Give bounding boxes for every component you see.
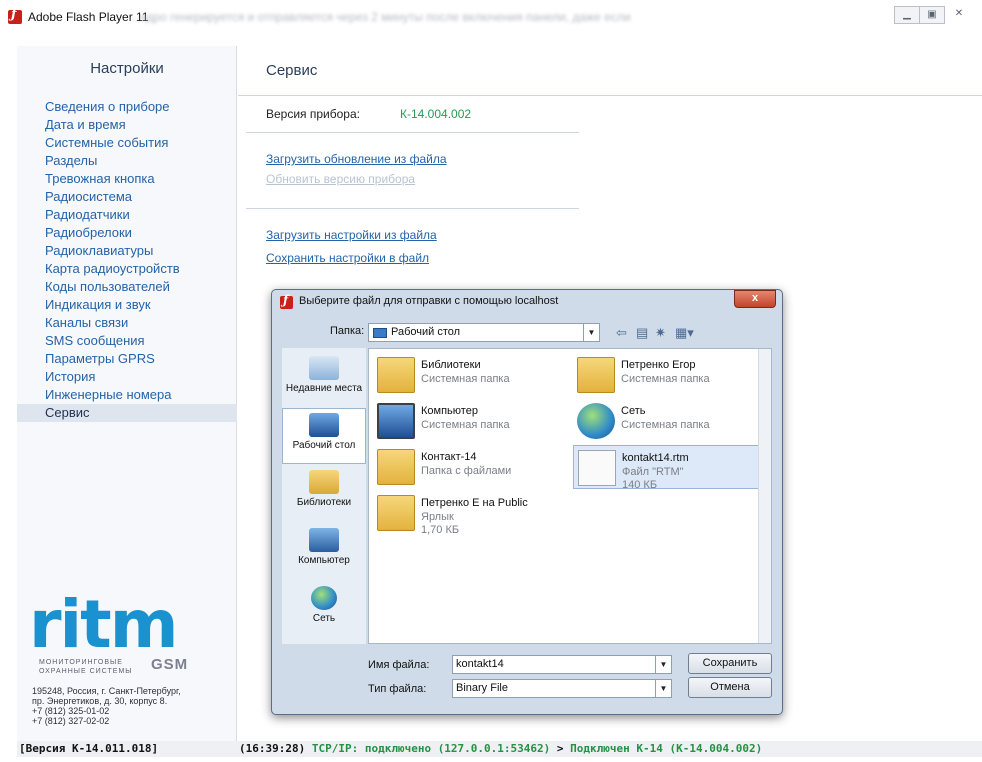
file-item-computer[interactable]: Компьютер Системная папка [373, 399, 568, 443]
sidebar-item-gprs[interactable]: Параметры GPRS [17, 350, 237, 368]
save-settings-link[interactable]: Сохранить настройки в файл [266, 251, 429, 265]
file-item-kontakt14-rtm[interactable]: kontakt14.rtm Файл "RTM" 140 КБ [573, 445, 768, 491]
filename-input[interactable]: kontakt14 ▼ [452, 655, 672, 674]
file-item-kontakt14-folder[interactable]: Контакт-14 Папка с файлами [373, 445, 568, 489]
chevron-down-icon[interactable]: ▼ [655, 656, 671, 673]
place-recent[interactable]: Недавние места [282, 352, 366, 408]
place-desktop[interactable]: Рабочий стол [282, 408, 366, 464]
status-time: (16:39:28) [239, 742, 306, 755]
sidebar-item-radio-sensors[interactable]: Радиодатчики [17, 206, 237, 224]
sidebar-item-radio-system[interactable]: Радиосистема [17, 188, 237, 206]
maximize-button[interactable]: ▣ [919, 6, 945, 24]
file-item-user-folder[interactable]: Петренко Егор Системная папка [573, 353, 768, 397]
sidebar-item-panic-button[interactable]: Тревожная кнопка [17, 170, 237, 188]
device-version-value: К-14.004.002 [400, 107, 472, 121]
sidebar-item-partitions[interactable]: Разделы [17, 152, 237, 170]
place-libraries[interactable]: Библиотеки [282, 466, 366, 522]
section-divider [246, 208, 579, 209]
filetype-select[interactable]: Binary File ▼ [452, 679, 672, 698]
folder-icon [377, 449, 415, 485]
cancel-button[interactable]: Отмена [688, 677, 772, 698]
places-bar: Недавние места Рабочий стол Библиотеки К… [282, 348, 366, 644]
title-bar: Adobe Flash Player 11 …ядро генерируется… [0, 0, 982, 34]
sidebar-item-user-codes[interactable]: Коды пользователей [17, 278, 237, 296]
page-title: Сервис [266, 62, 318, 79]
sidebar-item-indication-sound[interactable]: Индикация и звук [17, 296, 237, 314]
sidebar-item-date-time[interactable]: Дата и время [17, 116, 237, 134]
flash-player-icon [8, 7, 22, 24]
desktop-icon [309, 413, 339, 437]
logo-tagline: МОНИТОРИНГОВЫЕ ОХРАННЫЕ СИСТЕМЫ [39, 659, 133, 675]
folder-label: Папка: [330, 325, 365, 337]
back-arrow-icon[interactable]: ⇦ [616, 325, 627, 341]
sidebar-item-radio-keyfobs[interactable]: Радиобрелоки [17, 224, 237, 242]
sidebar-header: Настройки [90, 60, 164, 77]
chevron-down-icon[interactable]: ▼ [655, 680, 671, 697]
file-list-scrollbar[interactable] [758, 349, 771, 643]
chevron-down-icon[interactable]: ▼ [583, 324, 599, 341]
place-computer[interactable]: Компьютер [282, 524, 366, 580]
network-icon [311, 586, 337, 610]
app-version: [Версия К-14.011.018] [19, 742, 159, 755]
sidebar-item-device-info[interactable]: Сведения о приборе [17, 98, 237, 116]
file-item-shortcut[interactable]: Петренко Е на Public Ярлык 1,70 КБ [373, 491, 568, 543]
sidebar-item-engineer-numbers[interactable]: Инженерные номера [17, 386, 237, 404]
upload-update-link[interactable]: Загрузить обновление из файла [266, 152, 447, 166]
flash-player-icon [280, 293, 293, 309]
dialog-close-button[interactable]: x [734, 290, 776, 308]
sidebar-item-system-events[interactable]: Системные события [17, 134, 237, 152]
sidebar-item-sms[interactable]: SMS сообщения [17, 332, 237, 350]
file-list[interactable]: Библиотеки Системная папка Петренко Егор… [368, 348, 772, 644]
view-menu-icon[interactable]: ▦▾ [675, 325, 694, 341]
dialog-title: Выберите файл для отправки с помощью loc… [299, 295, 559, 307]
desktop-icon [373, 328, 387, 338]
save-button[interactable]: Сохранить [688, 653, 772, 674]
filetype-label: Тип файла: [368, 683, 427, 695]
file-icon [578, 450, 616, 486]
file-item-libraries[interactable]: Библиотеки Системная папка [373, 353, 568, 397]
filename-label: Имя файла: [368, 659, 430, 671]
title-divider [238, 95, 982, 96]
computer-icon [377, 403, 415, 439]
libraries-icon [309, 470, 339, 494]
status-arrow: > [556, 742, 564, 755]
close-window-button[interactable]: ✕ [944, 6, 974, 24]
place-network[interactable]: Сеть [282, 582, 366, 638]
minimize-button[interactable]: ▁ [894, 6, 920, 24]
folder-select[interactable]: Рабочий стол ▼ [368, 323, 600, 342]
sidebar-item-radio-keypads[interactable]: Радиоклавиатуры [17, 242, 237, 260]
status-connection: TCP/IP: подключено (127.0.0.1:53462) [311, 742, 551, 755]
device-version-label: Версия прибора: [266, 107, 360, 121]
status-device: Подключен К-14 (К-14.004.002) [570, 742, 763, 755]
load-settings-link[interactable]: Загрузить настройки из файла [266, 228, 437, 242]
new-folder-icon[interactable]: ✷ [655, 325, 666, 341]
network-icon [577, 403, 615, 439]
logo-wordmark: ritm [29, 586, 179, 663]
update-firmware-link: Обновить версию прибора [266, 172, 416, 186]
sidebar: Настройки Сведения о приборе Дата и врем… [17, 46, 237, 742]
connection-status: (16:39:28) TCP/IP: подключено (127.0.0.1… [239, 741, 762, 757]
background-window-text: …ядро генерируется и отправляется через … [128, 10, 631, 24]
file-item-network[interactable]: Сеть Системная папка [573, 399, 768, 443]
sidebar-item-channels[interactable]: Каналы связи [17, 314, 237, 332]
sidebar-item-service[interactable]: Сервис [17, 404, 237, 422]
ritm-logo: ritm МОНИТОРИНГОВЫЕ ОХРАННЫЕ СИСТЕМЫ GSM [29, 586, 239, 676]
sidebar-item-radio-device-map[interactable]: Карта радиоустройств [17, 260, 237, 278]
shortcut-folder-icon [377, 495, 415, 531]
sidebar-menu: Сведения о приборе Дата и время Системны… [17, 98, 237, 422]
up-folder-icon[interactable]: ▤ [636, 325, 648, 341]
company-address: 195248, Россия, г. Санкт-Петербург, пр. … [32, 686, 181, 726]
user-folder-icon [577, 357, 615, 393]
file-open-dialog: Выберите файл для отправки с помощью loc… [271, 289, 783, 715]
libraries-icon [377, 357, 415, 393]
status-bar: [Версия К-14.011.018] (16:39:28) TCP/IP:… [17, 741, 982, 757]
recent-places-icon [309, 356, 339, 380]
computer-icon [309, 528, 339, 552]
window-controls: ▁ ▣ ✕ [894, 6, 974, 24]
logo-gsm: GSM [151, 656, 189, 673]
section-divider [246, 132, 579, 133]
sidebar-item-history[interactable]: История [17, 368, 237, 386]
